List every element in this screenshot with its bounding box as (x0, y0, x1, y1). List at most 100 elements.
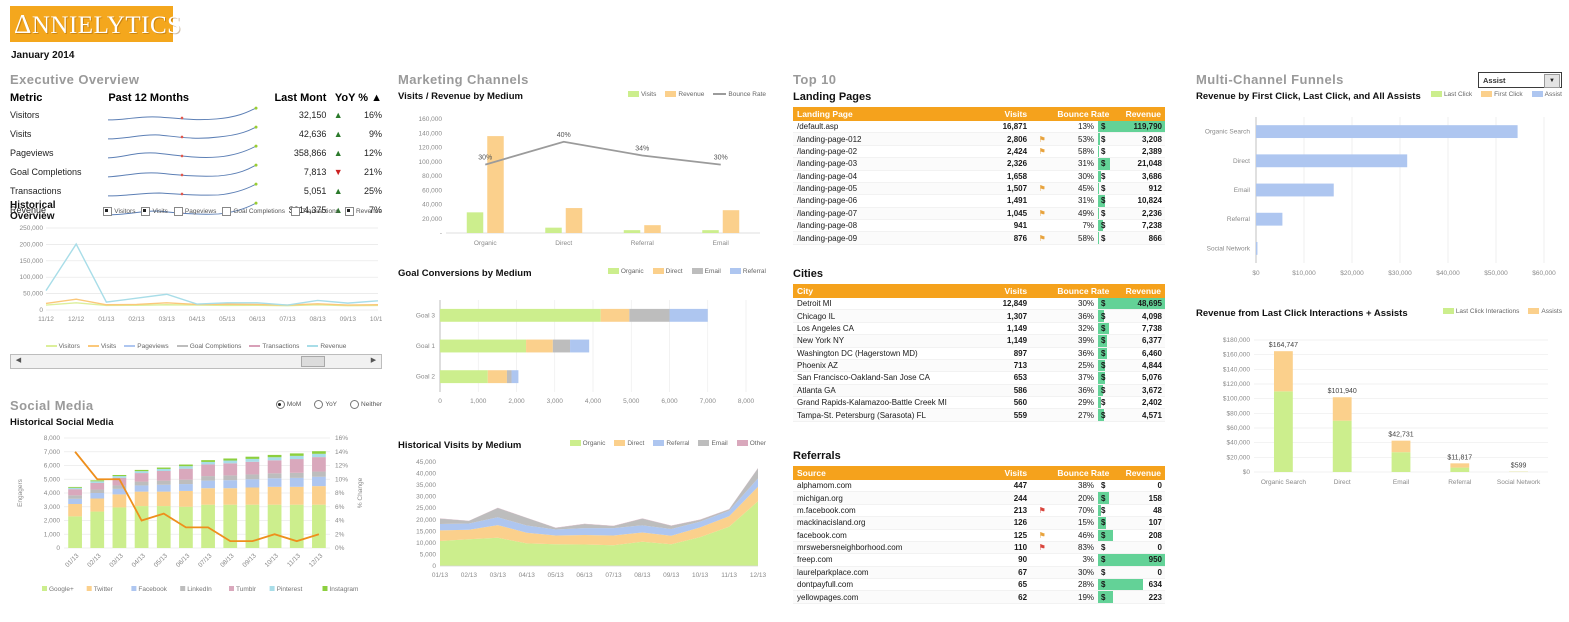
row-bounce-rate: 29% (1053, 397, 1098, 409)
row-bounce-rate: 49% (1053, 207, 1098, 219)
table-row[interactable]: /landing-page-0122,806⚑53%$3,208 (793, 133, 1165, 145)
row-label: laurelparkplace.com (793, 566, 972, 578)
col-visits[interactable]: Visits (972, 107, 1032, 121)
radio-icon[interactable] (350, 400, 359, 409)
checkbox-icon[interactable] (103, 207, 112, 216)
table-row[interactable]: Phoenix AZ71325%$4,844 (793, 359, 1165, 371)
referrals-table: Source Visits Bounce Rate Revenue alpham… (793, 466, 1165, 604)
table-row[interactable]: /landing-page-051,507⚑45%$912 (793, 182, 1165, 194)
table-row[interactable]: /landing-page-041,65830%$3,686 (793, 170, 1165, 182)
radio-label: MoM (287, 401, 301, 408)
table-row[interactable]: /landing-page-032,32631%$21,048 (793, 158, 1165, 170)
chevron-down-icon[interactable]: ▼ (1544, 74, 1560, 88)
checkbox-goal-completions[interactable]: Goal Completions (222, 207, 285, 216)
row-bounce-rate: 30% (1053, 170, 1098, 182)
table-row[interactable]: michigan.org24420%$158 (793, 492, 1165, 504)
svg-text:80,000: 80,000 (422, 173, 442, 180)
currency-symbol: $ (1101, 579, 1105, 590)
svg-text:07/13: 07/13 (605, 572, 622, 579)
table-row[interactable]: laurelparkplace.com6730%$0 (793, 566, 1165, 578)
metric-value: 5,051 (269, 181, 327, 200)
table-row[interactable]: New York NY1,14939%$6,377 (793, 335, 1165, 347)
scroll-thumb[interactable] (301, 356, 325, 367)
table-row[interactable]: /default.asp16,87113%$119,790 (793, 121, 1165, 133)
row-bounce-rate: 83% (1053, 541, 1098, 553)
svg-text:Email: Email (1393, 479, 1410, 486)
checkbox-visits[interactable]: Visits (141, 207, 167, 216)
currency-symbol: $ (1101, 183, 1105, 194)
revenue-value: 634 (1149, 579, 1162, 590)
col-source[interactable]: Source (793, 466, 972, 480)
checkbox-icon[interactable] (222, 207, 231, 216)
historical-series-checkboxes[interactable]: Visitors Visits Pageviews Goal Completions T… (103, 207, 382, 216)
checkbox-pageviews[interactable]: Pageviews (174, 207, 216, 216)
table-row[interactable]: /landing-page-089417%$7,238 (793, 220, 1165, 232)
checkbox-icon[interactable] (291, 207, 300, 216)
col-visits[interactable]: Visits (972, 466, 1032, 480)
radio-mom[interactable]: MoM (276, 400, 301, 409)
checkbox-revenue[interactable]: Revenue (345, 207, 382, 216)
row-label: /landing-page-04 (793, 170, 972, 182)
table-row[interactable]: Detroit MI12,84930%$48,695 (793, 298, 1165, 310)
scroll-right-icon[interactable]: ▶ (367, 355, 380, 366)
row-visits: 62 (972, 591, 1032, 603)
col-landing-page[interactable]: Landing Page (793, 107, 972, 121)
row-visits: 125 (972, 529, 1032, 541)
radio-neither[interactable]: Neither (350, 400, 382, 409)
col-bounce-rate[interactable]: Bounce Rate (1053, 107, 1098, 121)
checkbox-icon[interactable] (345, 207, 354, 216)
radio-yoy[interactable]: YoY (314, 400, 337, 409)
checkbox-visitors[interactable]: Visitors (103, 207, 135, 216)
cities-heading: Cities (793, 268, 1165, 280)
col-visits[interactable]: Visits (972, 284, 1032, 298)
table-row[interactable]: Chicago IL1,30736%$4,098 (793, 310, 1165, 322)
table-row[interactable]: Washington DC (Hagerstown MD)89736%$6,46… (793, 347, 1165, 359)
mcf-metric-dropdown[interactable]: Assist ▼ (1478, 72, 1562, 88)
table-row[interactable]: yellowpages.com6219%$223 (793, 591, 1165, 603)
checkbox-icon[interactable] (141, 207, 150, 216)
col-city[interactable]: City (793, 284, 972, 298)
table-row[interactable]: alphamom.com44738%$0 (793, 480, 1165, 492)
radio-icon[interactable] (276, 400, 285, 409)
table-row[interactable]: facebook.com125⚑46%$208 (793, 529, 1165, 541)
scroll-left-icon[interactable]: ◀ (12, 355, 25, 366)
col-bounce-rate[interactable]: Bounce Rate (1053, 284, 1098, 298)
checkbox-icon[interactable] (174, 207, 183, 216)
table-row[interactable]: mackinacisland.org12615%$107 (793, 517, 1165, 529)
col-flag (1031, 107, 1053, 121)
table-row[interactable]: dontpayfull.com6528%$634 (793, 579, 1165, 591)
table-row[interactable]: Tampa-St. Petersburg (Sarasota) FL55927%… (793, 409, 1165, 421)
historical-scrollbar[interactable]: ◀ ▶ (10, 354, 382, 369)
sparkline-cell (108, 105, 268, 124)
svg-text:06/13: 06/13 (576, 572, 593, 579)
radio-icon[interactable] (314, 400, 323, 409)
social-mode-radios[interactable]: MoM YoY Neither (276, 400, 382, 409)
svg-text:01/13: 01/13 (432, 572, 449, 579)
table-row[interactable]: m.facebook.com213⚑70%$48 (793, 504, 1165, 516)
table-row[interactable]: /landing-page-061,49131%$10,824 (793, 195, 1165, 207)
marketing-channels-heading: Marketing Channels (398, 72, 768, 87)
table-row[interactable]: San Francisco-Oakland-San Jose CA65337%$… (793, 372, 1165, 384)
col-bounce-rate[interactable]: Bounce Rate (1053, 466, 1098, 480)
table-row[interactable]: Grand Rapids-Kalamazoo-Battle Creek MI56… (793, 397, 1165, 409)
revenue-value: 107 (1149, 517, 1162, 528)
sparkline-cell (108, 124, 268, 143)
svg-text:02/13: 02/13 (128, 316, 145, 323)
table-row[interactable]: mrswebersneighborhood.com110⚑83%$0 (793, 541, 1165, 553)
table-row[interactable]: /landing-page-022,424⚑58%$2,389 (793, 145, 1165, 157)
table-row[interactable]: freep.com903%$950 (793, 554, 1165, 566)
row-visits: 2,424 (972, 145, 1032, 157)
checkbox-transactions[interactable]: Transactions (291, 207, 339, 216)
row-bounce-rate: 7% (1053, 220, 1098, 232)
table-row[interactable]: Los Angeles CA1,14932%$7,738 (793, 322, 1165, 334)
row-visits: 1,149 (972, 335, 1032, 347)
legend-item: Organic (608, 268, 644, 275)
table-row[interactable]: /landing-page-071,045⚑49%$2,236 (793, 207, 1165, 219)
table-row[interactable]: /landing-page-09876⚑58%$866 (793, 232, 1165, 244)
svg-text:150,000: 150,000 (20, 258, 44, 265)
row-bounce-rate: 39% (1053, 335, 1098, 347)
row-revenue: $21,048 (1098, 158, 1165, 170)
svg-text:07/13: 07/13 (197, 552, 214, 569)
revenue-value: 2,389 (1142, 146, 1162, 157)
table-row[interactable]: Atlanta GA58636%$3,672 (793, 384, 1165, 396)
